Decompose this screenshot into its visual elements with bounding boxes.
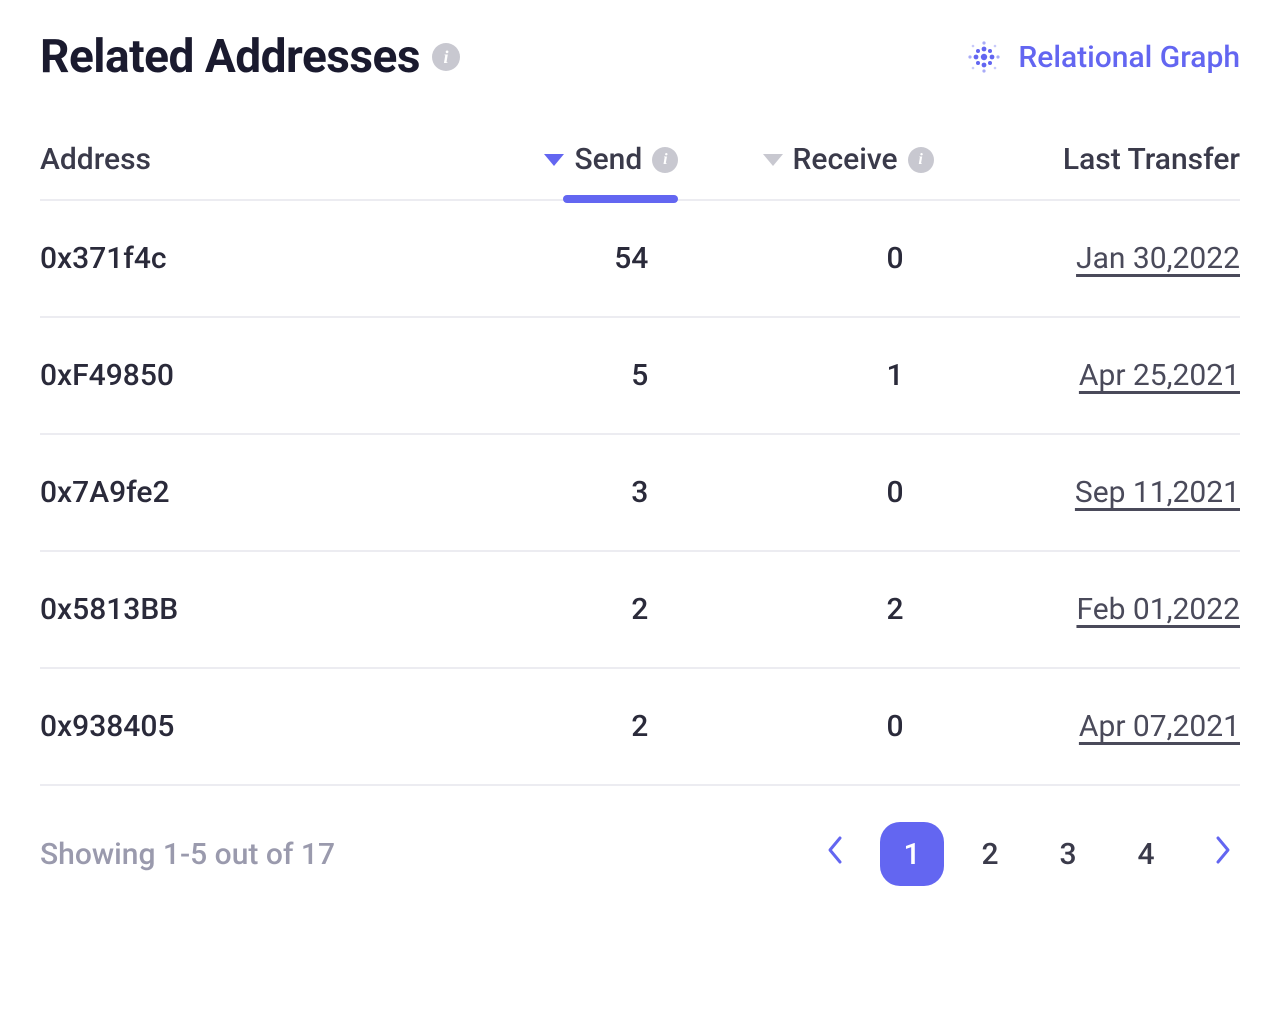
cell-address[interactable]: 0xF49850	[40, 358, 423, 393]
cell-address[interactable]: 0x5813BB	[40, 592, 423, 627]
column-last-transfer[interactable]: Last Transfer	[934, 142, 1240, 177]
page-next[interactable]	[1206, 829, 1240, 879]
column-address-label: Address	[40, 142, 151, 177]
table-row: 0xF4985051Apr 25,2021	[40, 318, 1240, 435]
cell-last-transfer[interactable]: Sep 11,2021	[934, 475, 1240, 510]
cell-last-transfer[interactable]: Apr 25,2021	[934, 358, 1240, 393]
table-body: 0x371f4c540Jan 30,20220xF4985051Apr 25,2…	[40, 201, 1240, 786]
header-bar: Related Addresses i	[40, 30, 1240, 84]
cell-address[interactable]: 0x938405	[40, 709, 423, 744]
info-icon[interactable]: i	[908, 147, 934, 173]
page-1[interactable]: 1	[880, 822, 944, 886]
page-title: Related Addresses	[40, 30, 420, 84]
cell-send: 3	[423, 475, 678, 510]
pagination: 1234	[818, 822, 1240, 886]
cell-address[interactable]: 0x7A9fe2	[40, 475, 423, 510]
cell-receive: 2	[678, 592, 933, 627]
sort-desc-icon	[544, 154, 564, 166]
graph-icon	[964, 37, 1004, 77]
cell-receive: 1	[678, 358, 933, 393]
cell-receive: 0	[678, 475, 933, 510]
table-row: 0x5813BB22Feb 01,2022	[40, 552, 1240, 669]
page-4[interactable]: 4	[1114, 822, 1178, 886]
column-last-transfer-label: Last Transfer	[1063, 142, 1240, 177]
cell-last-transfer[interactable]: Jan 30,2022	[934, 241, 1240, 276]
info-icon[interactable]: i	[652, 147, 678, 173]
cell-receive: 0	[678, 709, 933, 744]
cell-last-transfer[interactable]: Apr 07,2021	[934, 709, 1240, 744]
column-receive-label: Receive	[793, 142, 898, 177]
cell-receive: 0	[678, 241, 933, 276]
relational-graph-link[interactable]: Relational Graph	[964, 37, 1240, 77]
page-numbers: 1234	[880, 822, 1178, 886]
cell-send: 2	[423, 592, 678, 627]
cell-last-transfer[interactable]: Feb 01,2022	[934, 592, 1240, 627]
table-footer: Showing 1-5 out of 17 1234	[40, 786, 1240, 886]
column-receive[interactable]: Receive i	[678, 142, 933, 177]
cell-send: 54	[423, 241, 678, 276]
table-row: 0x93840520Apr 07,2021	[40, 669, 1240, 786]
cell-address[interactable]: 0x371f4c	[40, 241, 423, 276]
showing-text: Showing 1-5 out of 17	[40, 837, 335, 872]
page-3[interactable]: 3	[1036, 822, 1100, 886]
column-send[interactable]: Send i	[423, 142, 678, 177]
column-address[interactable]: Address	[40, 142, 423, 177]
column-send-label: Send	[574, 142, 642, 177]
sort-icon	[763, 154, 783, 166]
page-prev[interactable]	[818, 829, 852, 879]
info-icon[interactable]: i	[432, 43, 460, 71]
page-2[interactable]: 2	[958, 822, 1022, 886]
cell-send: 5	[423, 358, 678, 393]
cell-send: 2	[423, 709, 678, 744]
title-group: Related Addresses i	[40, 30, 460, 84]
chevron-right-icon	[1214, 835, 1232, 865]
chevron-left-icon	[826, 835, 844, 865]
table-header: Address Send i Receive i Last Transfer	[40, 124, 1240, 201]
relational-graph-label: Relational Graph	[1018, 40, 1240, 75]
table-row: 0x371f4c540Jan 30,2022	[40, 201, 1240, 318]
table-row: 0x7A9fe230Sep 11,2021	[40, 435, 1240, 552]
